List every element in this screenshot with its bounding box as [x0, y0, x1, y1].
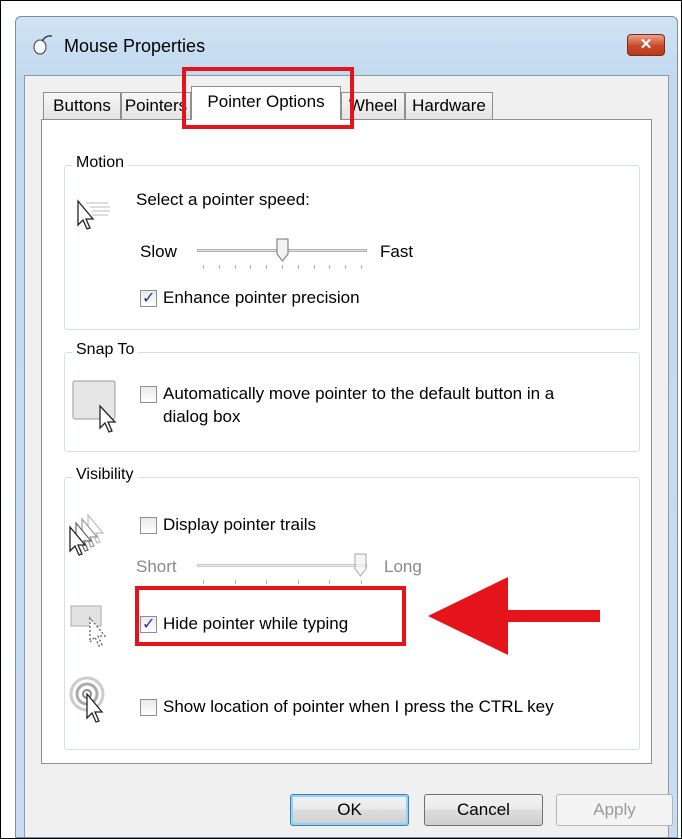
slider-tick [203, 265, 204, 269]
slider-tick [266, 265, 268, 269]
trails-short-label: Short [136, 557, 177, 576]
annotation-arrow-icon [428, 577, 600, 655]
tab-buttons[interactable]: Buttons [43, 92, 121, 119]
pointer-speed-slider-thumb[interactable] [276, 238, 289, 262]
slider-tick [218, 265, 220, 269]
tab-pointer-options[interactable]: Pointer Options [191, 86, 341, 120]
slider-tick [297, 580, 299, 584]
tab-hardware[interactable]: Hardware [405, 92, 493, 119]
pointer-trails-icon [69, 513, 105, 556]
show-location-ctrl-label[interactable]: Show location of pointer when I press th… [163, 697, 554, 717]
slider-tick [329, 580, 331, 584]
snap-to-default-label-line1[interactable]: Automatically move pointer to the defaul… [163, 384, 554, 404]
snap-to-default-checkbox[interactable] [140, 386, 157, 403]
cancel-button[interactable]: Cancel [424, 794, 543, 826]
slider-tick [329, 265, 331, 269]
dialog-client-area: Buttons Pointers Pointer Options Wheel H… [24, 75, 673, 837]
visibility-group-label: Visibility [72, 466, 138, 484]
snap-to-group-label: Snap To [72, 341, 139, 359]
show-location-ctrl-checkbox[interactable] [140, 699, 157, 716]
window-title: Mouse Properties [64, 36, 206, 56]
speed-fast-label: Fast [380, 242, 414, 261]
slider-tick [345, 265, 347, 269]
pointer-trails-label[interactable]: Display pointer trails [163, 515, 316, 535]
tab-pointers[interactable]: Pointers [121, 92, 191, 119]
snap-to-icon [72, 380, 117, 433]
slider-tick [297, 265, 299, 269]
slider-tick [250, 265, 252, 269]
slider-tick [234, 265, 236, 269]
mouse-icon [33, 35, 53, 55]
enhance-precision-checkbox[interactable] [140, 288, 157, 307]
pointer-trails-slider[interactable] [197, 564, 367, 567]
pointer-speed-icon [77, 199, 110, 230]
slider-tick [361, 265, 362, 269]
speed-slow-label: Slow [140, 242, 177, 261]
trails-long-label: Long [384, 557, 422, 576]
ok-button[interactable]: OK [290, 794, 409, 826]
pointer-speed-label: Select a pointer speed: [136, 190, 310, 209]
apply-button[interactable]: Apply [556, 794, 673, 826]
slider-tick [361, 580, 362, 584]
slider-tick [203, 580, 204, 584]
pointer-location-icon [69, 676, 105, 723]
hide-pointer-icon [70, 605, 107, 647]
close-button[interactable]: ✕ [627, 34, 665, 56]
pointer-trails-slider-thumb[interactable] [354, 553, 367, 577]
snap-to-default-label-line2[interactable]: dialog box [163, 407, 241, 427]
pointer-trails-checkbox[interactable] [140, 517, 157, 534]
mouse-properties-window: Mouse Properties ✕ Buttons Pointers Poin… [15, 16, 678, 838]
slider-tick [313, 265, 315, 269]
pointer-options-panel: Motion Select a pointer speed: Slow Fast… [41, 119, 652, 764]
slider-tick [282, 265, 283, 269]
slider-tick [266, 580, 268, 584]
motion-group-label: Motion [72, 154, 129, 172]
hide-pointer-highlight-box [135, 586, 406, 646]
enhance-precision-label[interactable]: Enhance pointer precision [163, 288, 360, 308]
slider-tick [234, 580, 236, 584]
